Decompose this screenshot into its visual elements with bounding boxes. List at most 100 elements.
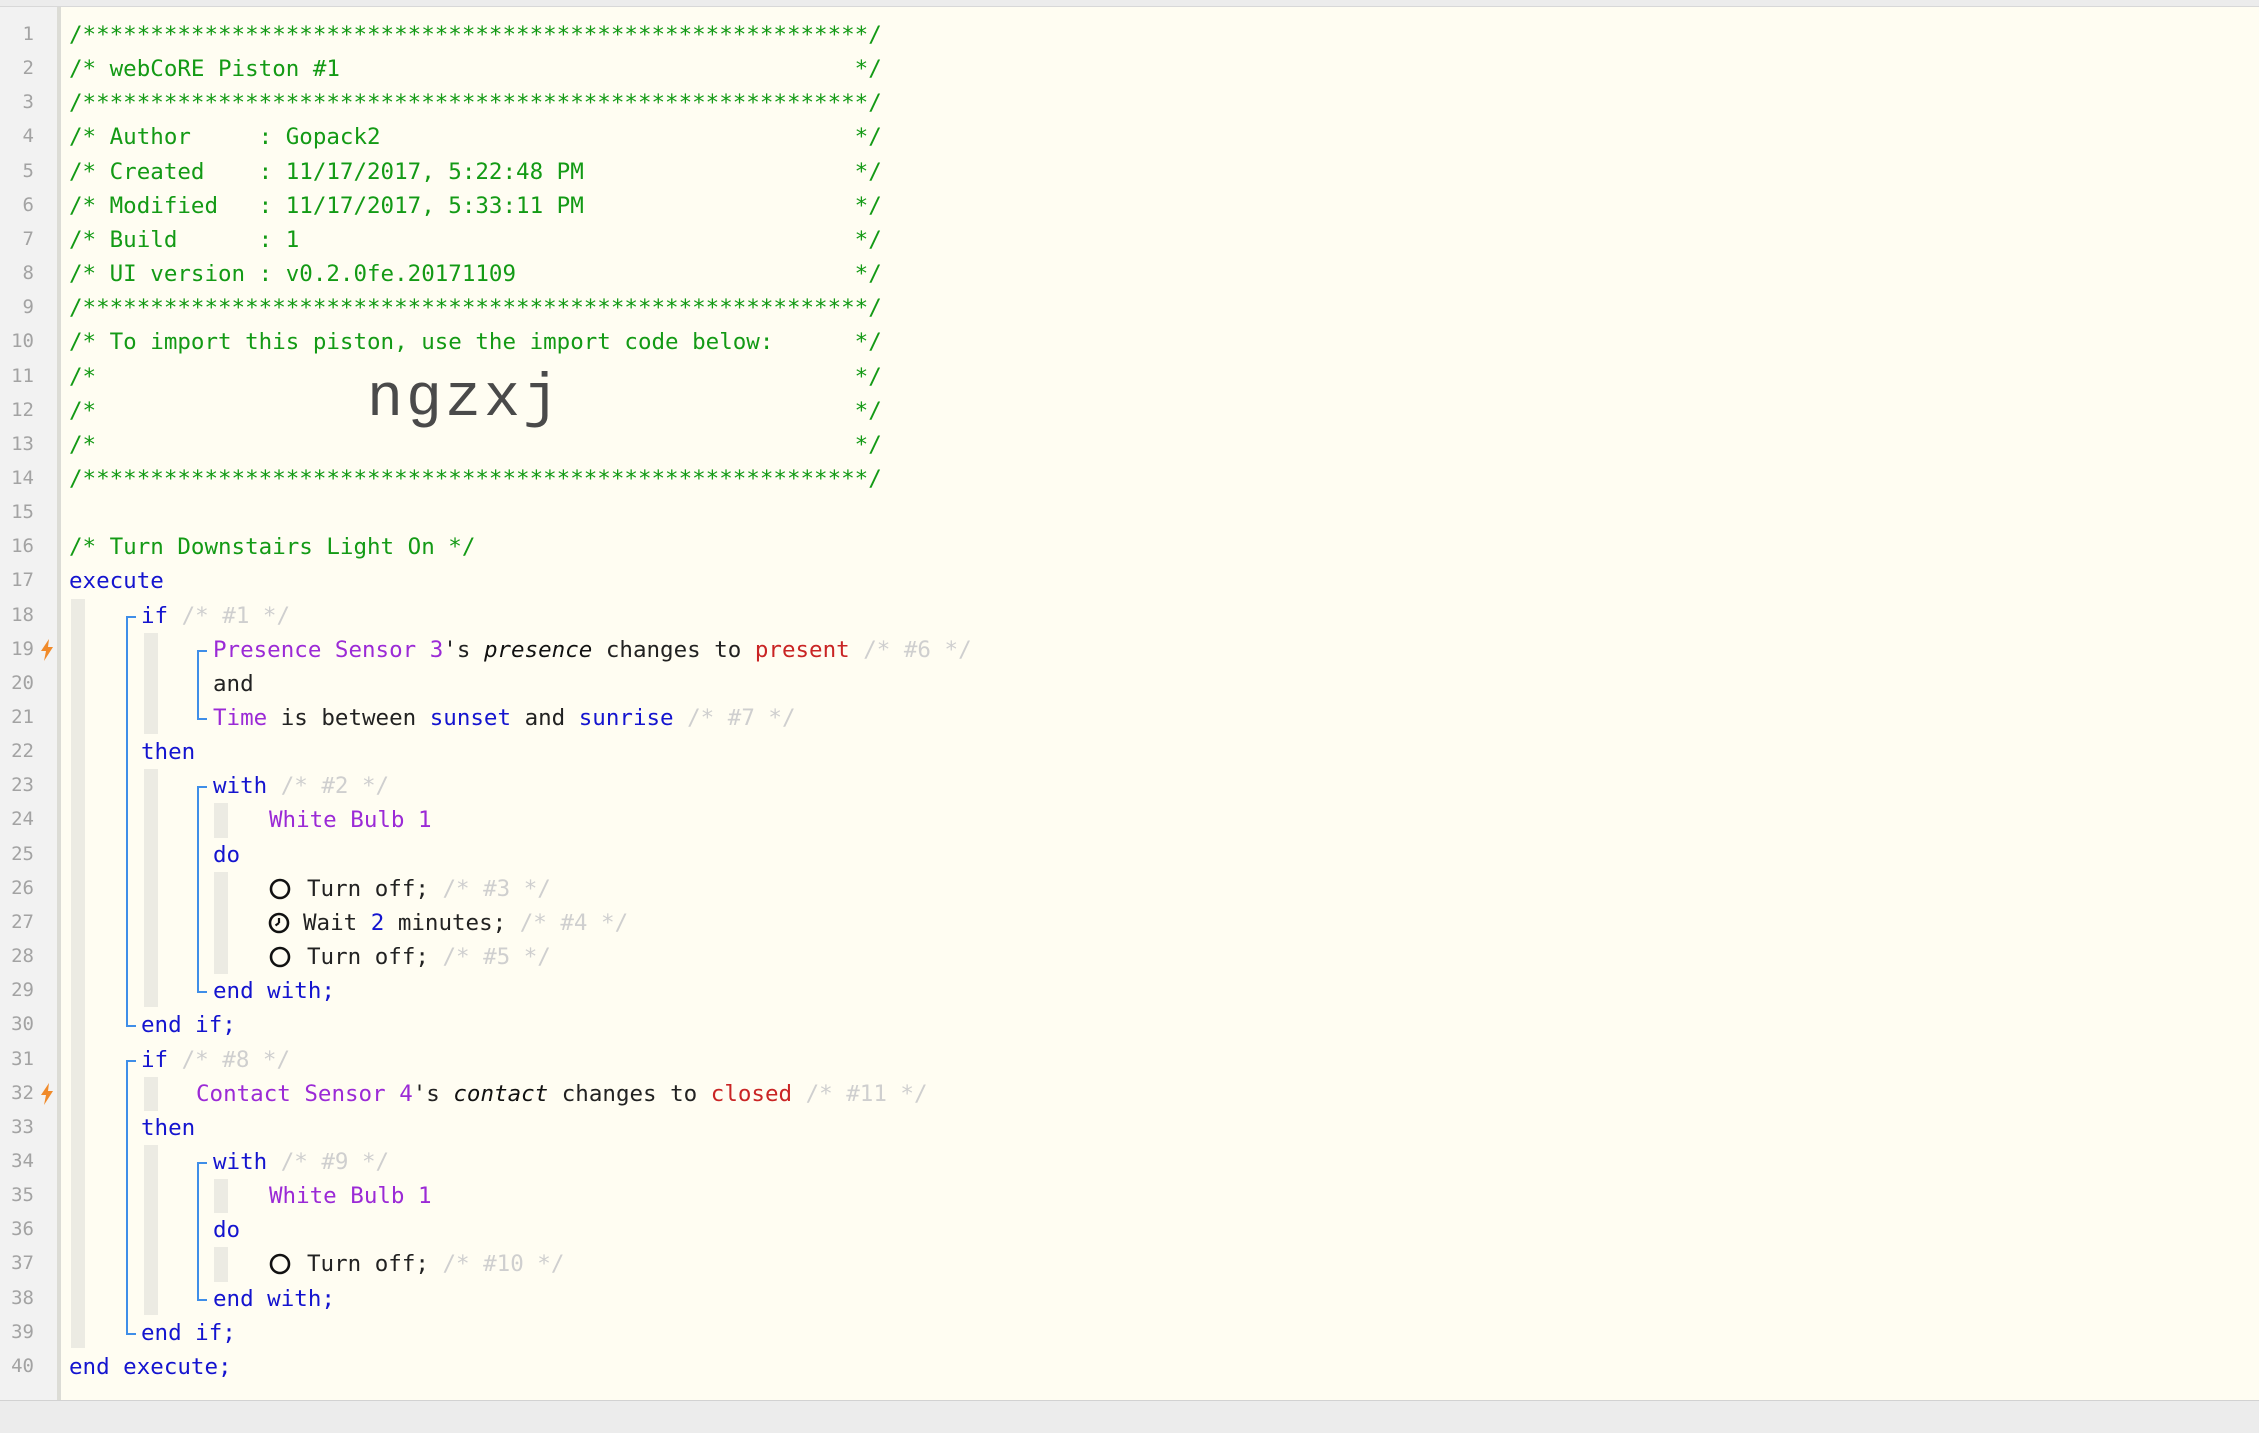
block-bracket <box>126 1025 136 1028</box>
attribute-name: presence <box>483 636 593 663</box>
line-number: 22 <box>11 740 34 763</box>
end-with-keyword: end with; <box>213 1285 335 1312</box>
line-number: 29 <box>11 979 34 1002</box>
condition-value[interactable]: sunset <box>430 705 511 731</box>
statement-id: /* #2 */ <box>267 773 390 800</box>
code-line-22: then <box>141 735 195 769</box>
condition-value[interactable]: sunrise <box>579 705 674 731</box>
code-token: 's <box>412 1080 454 1107</box>
line-number: 23 <box>11 774 34 797</box>
block-bracket <box>197 786 199 994</box>
code-line-19: Presence Sensor 3's presence changes to … <box>213 633 972 667</box>
code-line-39: end if; <box>141 1316 236 1350</box>
wait-duration: 2 <box>370 909 385 936</box>
if-keyword[interactable]: if <box>141 603 168 629</box>
with-keyword[interactable]: with <box>213 773 267 799</box>
line-number: 12 <box>11 398 34 421</box>
action-text[interactable]: Wait <box>303 910 371 936</box>
device-name[interactable]: Presence Sensor 3 <box>213 637 443 663</box>
code-line-21: Time is between sunset and sunrise /* #7… <box>213 701 796 735</box>
code-line-40: end execute; <box>69 1350 232 1384</box>
header-comment: /* */ <box>69 397 882 424</box>
statement-id: /* #7 */ <box>673 705 796 731</box>
block-bracket <box>126 1059 136 1062</box>
line-number: 16 <box>11 535 34 558</box>
header-comment: /***************************************… <box>69 90 882 117</box>
header-comment: /***************************************… <box>69 465 882 492</box>
header-comment: /* */ <box>69 431 882 458</box>
statement-id: /* #1 */ <box>168 602 291 629</box>
and-operator[interactable]: and <box>213 671 254 697</box>
do-keyword: do <box>213 841 241 868</box>
indent-guide <box>214 803 228 838</box>
action-text[interactable]: Turn off; <box>307 944 429 970</box>
line-number: 26 <box>11 876 34 899</box>
indent-guide <box>144 1144 158 1315</box>
code-line-37: Turn off; /* #10 */ <box>307 1247 564 1281</box>
code-line-32: Contact Sensor 4's contact changes to cl… <box>196 1077 928 1111</box>
code-line-12: /* */ <box>69 394 882 428</box>
code-line-25: do <box>213 838 240 872</box>
device-name[interactable]: White Bulb 1 <box>269 807 432 833</box>
indent-guide <box>71 598 85 1348</box>
then-keyword: then <box>141 739 196 766</box>
code-token: 's <box>443 636 484 663</box>
code-line-18: if /* #1 */ <box>141 599 290 633</box>
line-number: 38 <box>11 1286 34 1309</box>
line-number: 32 <box>11 1081 34 1104</box>
code-token: changes to <box>548 1080 711 1107</box>
indent-guide <box>214 1179 228 1214</box>
line-number: 35 <box>11 1184 34 1207</box>
header-comment: /***************************************… <box>69 295 882 322</box>
code-line-2: /* webCoRE Piston #1 */ <box>69 52 882 86</box>
code-line-11: /* */ <box>69 360 882 394</box>
code-line-3: /***************************************… <box>69 86 882 120</box>
line-number: 19 <box>11 637 34 660</box>
code-line-13: /* */ <box>69 428 882 462</box>
device-name[interactable]: Time <box>213 705 267 731</box>
code-line-16: /* Turn Downstairs Light On */ <box>69 530 475 564</box>
code-line-20: and <box>213 667 254 701</box>
code-line-27: Wait 2 minutes; /* #4 */ <box>303 906 628 940</box>
statement-id: /* #11 */ <box>792 1080 928 1107</box>
code-line-24: White Bulb 1 <box>269 803 432 837</box>
line-number: 1 <box>22 23 34 45</box>
line-number: 5 <box>22 159 34 182</box>
code-line-23: with /* #2 */ <box>213 769 389 803</box>
code-line-1: /***************************************… <box>69 18 882 52</box>
code-line-34: with /* #9 */ <box>213 1145 389 1179</box>
condition-value[interactable]: closed <box>711 1081 792 1107</box>
line-number: 18 <box>11 603 34 626</box>
trigger-bolt-icon <box>41 1082 53 1105</box>
power-off-icon <box>269 1254 291 1275</box>
if-keyword[interactable]: if <box>141 1047 168 1073</box>
code-line-30: end if; <box>141 1008 236 1042</box>
code-line-6: /* Modified : 11/17/2017, 5:33:11 PM */ <box>69 189 882 223</box>
action-text: minutes; <box>384 909 507 936</box>
condition-value[interactable]: present <box>755 637 850 663</box>
line-number: 21 <box>11 706 34 728</box>
statement-id: /* #3 */ <box>428 875 551 902</box>
code-line-5: /* Created : 11/17/2017, 5:22:48 PM */ <box>69 155 882 189</box>
with-keyword[interactable]: with <box>213 1149 267 1175</box>
line-number: 40 <box>11 1354 34 1377</box>
block-bracket <box>126 1332 136 1335</box>
code-line-14: /***************************************… <box>69 462 882 496</box>
header-comment: /* Modified : 11/17/2017, 5:33:11 PM */ <box>69 192 882 219</box>
code-line-35: White Bulb 1 <box>269 1179 432 1213</box>
end-if-keyword: end if; <box>141 1012 236 1039</box>
line-number: 37 <box>11 1252 34 1275</box>
device-name[interactable]: Contact Sensor 4 <box>196 1081 413 1107</box>
code-editor[interactable]: 1 2 3 4 5 6 7 8 9 10 11 12 13 14 15 16 17 18 19 20 21 22 23 24 2… <box>0 6 2259 1401</box>
code-line-31: if /* #8 */ <box>141 1043 290 1077</box>
code-line-28: Turn off; /* #5 */ <box>307 940 551 974</box>
device-name[interactable]: White Bulb 1 <box>269 1183 432 1209</box>
line-number: 36 <box>11 1218 34 1241</box>
action-text[interactable]: Turn off; <box>307 876 429 902</box>
do-keyword: do <box>213 1217 241 1244</box>
line-number: 3 <box>22 91 34 114</box>
block-bracket <box>197 649 207 652</box>
action-text[interactable]: Turn off; <box>307 1251 429 1277</box>
line-number: 4 <box>22 125 34 148</box>
line-number: 13 <box>11 432 34 455</box>
